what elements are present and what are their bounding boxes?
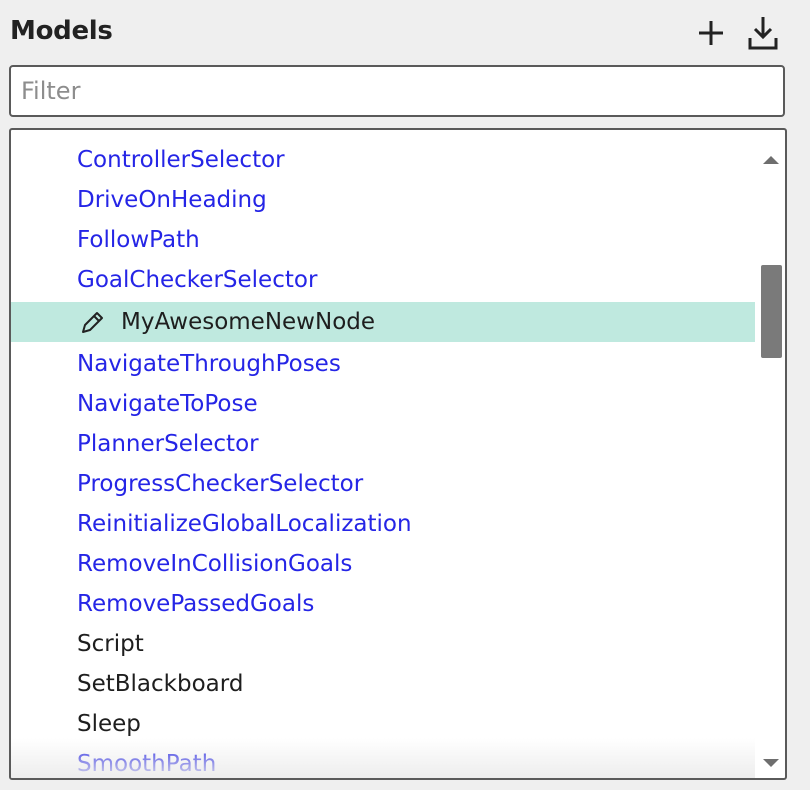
- list-item[interactable]: NavigateThroughPoses: [11, 344, 755, 384]
- list-item[interactable]: FollowPath: [11, 220, 755, 260]
- scroll-down-arrow[interactable]: [761, 756, 781, 770]
- list-item[interactable]: DriveOnHeading: [11, 180, 755, 220]
- list-item-selected[interactable]: MyAwesomeNewNode: [11, 302, 755, 342]
- pencil-icon[interactable]: [79, 310, 105, 336]
- list-item[interactable]: Sleep: [11, 704, 755, 744]
- chevron-up-icon: [763, 156, 779, 164]
- models-list[interactable]: ControllerSelector DriveOnHeading Follow…: [9, 128, 787, 780]
- panel-title: Models: [10, 16, 113, 46]
- list-item[interactable]: ProgressCheckerSelector: [11, 464, 755, 504]
- add-model-button[interactable]: [694, 14, 728, 52]
- import-models-button[interactable]: [746, 14, 780, 52]
- filter-input[interactable]: [9, 65, 785, 117]
- plus-icon: [699, 21, 723, 45]
- list-item-label: MyAwesomeNewNode: [121, 309, 376, 335]
- list-item[interactable]: PlannerSelector: [11, 424, 755, 464]
- list-item[interactable]: NavigateToPose: [11, 384, 755, 424]
- list-item[interactable]: ReinitializeGlobalLocalization: [11, 504, 755, 544]
- download-icon: [748, 17, 778, 50]
- list-item[interactable]: Script: [11, 624, 755, 664]
- list-item[interactable]: RemoveInCollisionGoals: [11, 544, 755, 584]
- list-item[interactable]: RemovePassedGoals: [11, 584, 755, 624]
- list-item[interactable]: SmoothPath: [11, 744, 755, 778]
- list-item[interactable]: GoalCheckerSelector: [11, 260, 755, 300]
- list-item[interactable]: ControllerSelector: [11, 140, 755, 180]
- list-item[interactable]: SetBlackboard: [11, 664, 755, 704]
- scroll-up-arrow[interactable]: [761, 152, 781, 166]
- scrollbar-thumb[interactable]: [761, 265, 782, 358]
- chevron-down-icon: [763, 759, 779, 767]
- models-header: Models: [0, 0, 810, 62]
